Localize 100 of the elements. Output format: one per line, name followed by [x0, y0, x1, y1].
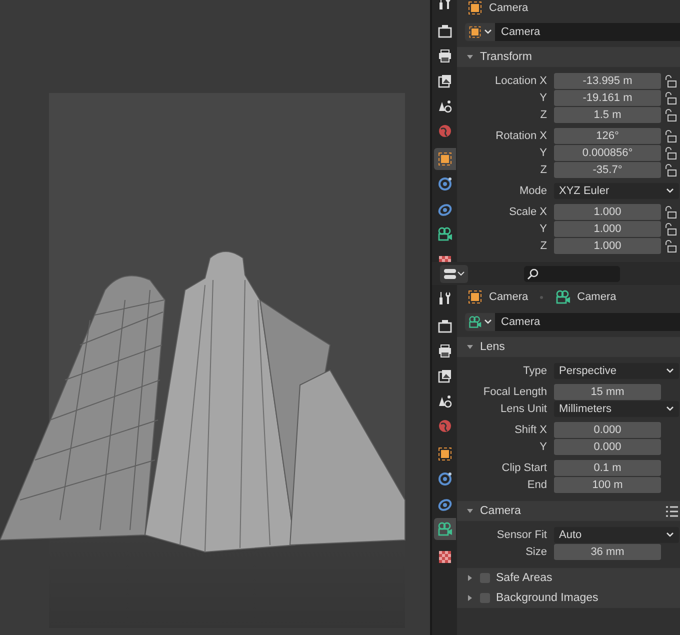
number-field[interactable]: 126° — [554, 128, 661, 144]
number-field[interactable]: 1.000 — [554, 238, 661, 254]
caret-icon — [666, 406, 674, 412]
datablock-name-field[interactable]: Camera — [495, 313, 680, 331]
field-label: Focal Length — [482, 386, 548, 398]
number-field[interactable]: 0.000856° — [554, 145, 661, 161]
caret-icon — [666, 532, 674, 538]
panel-title: Camera — [480, 505, 521, 517]
field-label: Clip Start — [500, 462, 548, 474]
camera-icon — [555, 289, 572, 305]
field-label: Z — [539, 109, 548, 121]
cone-sphere-icon — [437, 393, 453, 409]
ring-icon — [437, 201, 453, 217]
orbit-icon — [437, 176, 453, 192]
panel-header[interactable]: Lens — [457, 337, 680, 357]
unlocked-padlock-icon[interactable] — [665, 240, 677, 252]
ring-icon — [437, 496, 453, 512]
unlocked-padlock-icon[interactable] — [665, 74, 677, 88]
image-stack-icon — [437, 368, 453, 384]
number-field[interactable]: -19.161 m — [554, 90, 661, 106]
datablock-browse-button[interactable] — [465, 313, 495, 331]
field-label: Y — [538, 92, 548, 104]
number-field[interactable]: 15 mm — [554, 384, 661, 400]
number-field[interactable]: 100 m — [554, 477, 661, 493]
datablock-browse-button[interactable] — [465, 23, 495, 42]
unlocked-padlock-icon[interactable] — [665, 222, 677, 236]
checkbox[interactable] — [480, 573, 490, 583]
checkbox[interactable] — [480, 593, 490, 603]
breadcrumb-label: Camera — [489, 2, 528, 14]
field-label: Type — [522, 365, 548, 377]
list-icon[interactable] — [666, 506, 678, 516]
square-icon — [437, 151, 453, 167]
datablock-name-field[interactable]: Camera — [495, 23, 680, 42]
dropdown[interactable]: Auto — [554, 527, 679, 543]
square-icon — [467, 289, 483, 305]
camera-icon — [437, 226, 453, 242]
unlocked-padlock-icon[interactable] — [665, 206, 677, 218]
search-icon — [527, 268, 539, 280]
field-label: Z — [539, 164, 548, 176]
camera-icon — [437, 318, 453, 334]
field-label: Y — [538, 147, 548, 159]
panel-header[interactable]: Background Images — [457, 588, 680, 608]
unlocked-padlock-icon[interactable] — [665, 130, 677, 142]
panel-title: Lens — [480, 341, 505, 353]
globe-icon — [437, 123, 453, 139]
camera-icon — [437, 23, 453, 39]
camera-icon — [468, 315, 482, 329]
caret-icon — [666, 188, 674, 194]
globe-icon — [437, 418, 453, 434]
orbit-icon — [437, 471, 453, 487]
number-field[interactable]: 1.000 — [554, 204, 661, 220]
number-field[interactable]: 1.5 m — [554, 107, 661, 123]
number-field[interactable]: 36 mm — [554, 544, 661, 560]
panel-header[interactable]: Camera — [457, 501, 680, 521]
square-icon — [467, 0, 483, 16]
separator-dot — [540, 296, 544, 298]
panel-header[interactable]: Transform — [457, 47, 680, 67]
unlocked-padlock-icon[interactable] — [665, 108, 677, 122]
field-label: Mode — [518, 185, 548, 197]
unlocked-padlock-icon[interactable] — [665, 164, 677, 176]
caret-icon — [484, 319, 492, 325]
field-label: Shift X — [514, 424, 548, 436]
field-label: Scale X — [508, 206, 548, 218]
unlocked-padlock-icon[interactable] — [665, 146, 677, 160]
number-field[interactable]: 0.1 m — [554, 460, 661, 476]
tool-icon — [437, 290, 453, 306]
search-field[interactable] — [524, 266, 620, 282]
caret-icon — [484, 29, 492, 36]
field-label: End — [526, 479, 548, 491]
square-icon — [437, 446, 453, 462]
dropdown[interactable]: Perspective — [554, 363, 679, 379]
number-field[interactable]: -13.995 m — [554, 73, 661, 89]
field-label: Y — [538, 223, 548, 235]
field-label: Rotation X — [494, 130, 548, 142]
cone-sphere-icon — [437, 98, 453, 114]
number-field[interactable]: 1.000 — [554, 221, 661, 237]
square-icon — [468, 25, 482, 40]
number-field[interactable]: 0.000 — [554, 422, 661, 438]
panel-title: Safe Areas — [496, 572, 552, 584]
unlocked-padlock-icon[interactable] — [665, 92, 677, 104]
field-label: Sensor Fit — [496, 529, 548, 541]
panel-header[interactable]: Safe Areas — [457, 568, 680, 588]
viewport[interactable] — [0, 0, 430, 635]
image-stack-icon — [437, 73, 453, 89]
checker-icon — [437, 549, 453, 565]
caret-icon — [666, 368, 674, 374]
number-field[interactable]: -35.7° — [554, 162, 661, 178]
camera-icon — [437, 521, 453, 537]
dropdown[interactable]: Millimeters — [554, 401, 679, 417]
field-label: Y — [538, 441, 548, 453]
field-label: Size — [524, 546, 548, 558]
number-field[interactable]: 0.000 — [554, 439, 661, 455]
printer-icon — [437, 343, 453, 359]
panel-title: Background Images — [496, 592, 598, 604]
breadcrumb-label: Camera — [489, 291, 528, 303]
editor-type-button[interactable] — [440, 264, 468, 282]
dropdown[interactable]: XYZ Euler — [554, 183, 679, 199]
field-label: Z — [539, 240, 548, 252]
printer-icon — [437, 48, 453, 64]
field-label: Lens Unit — [500, 403, 548, 415]
